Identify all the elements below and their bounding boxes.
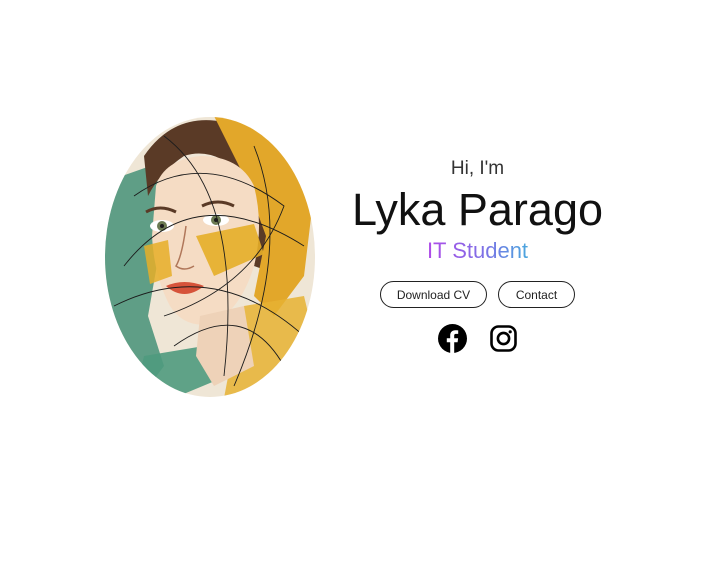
intro-section: Hi, I'm Lyka Parago IT Student Download … (340, 156, 615, 353)
greeting-text: Hi, I'm (450, 158, 505, 179)
home-page: Hi, I'm Lyka Parago IT Student Download … (0, 0, 704, 568)
profile-role: IT Student (426, 238, 529, 263)
download-cv-button[interactable]: Download CV (380, 281, 487, 308)
profile-portrait (104, 116, 316, 398)
contact-button[interactable]: Contact (498, 281, 575, 308)
instagram-icon[interactable] (489, 324, 518, 353)
profile-name: Lyka Parago (352, 184, 603, 235)
facebook-icon[interactable] (437, 324, 467, 353)
social-links (340, 324, 615, 353)
action-buttons: Download CV Contact (340, 281, 615, 308)
